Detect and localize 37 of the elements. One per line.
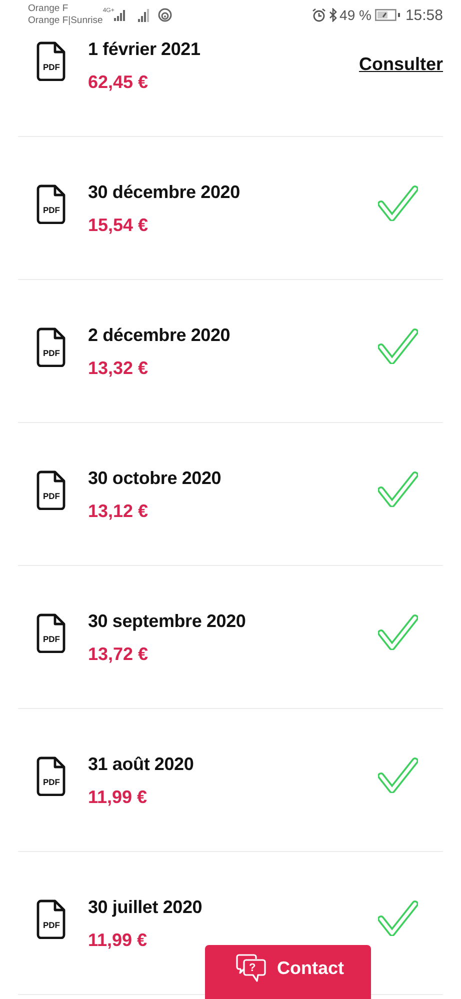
invoice-date: 30 juillet 2020 — [88, 896, 204, 918]
invoice-amount: 13,12 € — [88, 500, 150, 522]
invoice-amount: 13,72 € — [88, 643, 150, 665]
invoice-date: 31 août 2020 — [88, 753, 195, 775]
pdf-file-icon: PDF — [36, 41, 67, 81]
invoice-amount: 62,45 € — [88, 71, 150, 93]
check-icon — [378, 614, 418, 650]
alarm-icon — [312, 8, 326, 22]
invoice-date: 30 octobre 2020 — [88, 467, 222, 489]
invoice-amount: 11,99 € — [88, 929, 148, 951]
pdf-file-icon: PDF — [36, 899, 67, 939]
invoice-date: 30 septembre 2020 — [88, 610, 247, 632]
battery-percentage: 49 % — [340, 7, 372, 23]
pdf-file-icon: PDF — [36, 756, 67, 796]
invoice-amount: 11,99 € — [88, 786, 148, 808]
pdf-file-icon: PDF — [36, 184, 67, 224]
contact-button[interactable]: ? Contact — [205, 945, 371, 999]
hotspot-icon — [158, 8, 172, 22]
battery-icon — [375, 9, 402, 21]
carrier-name: Orange F|Sunrise — [28, 15, 103, 27]
check-icon — [378, 328, 418, 364]
pdf-file-icon: PDF — [36, 470, 67, 510]
consult-link[interactable]: Consulter — [358, 54, 443, 75]
check-icon — [378, 900, 418, 936]
pdf-file-icon: PDF — [36, 327, 67, 367]
carrier-name: Orange F — [28, 3, 70, 15]
check-icon — [378, 757, 418, 793]
pdf-file-icon: PDF — [36, 613, 67, 653]
clock-time: 15:58 — [405, 6, 443, 24]
invoice-date: 2 décembre 2020 — [88, 324, 232, 346]
invoice-amount: 13,32 € — [88, 357, 150, 379]
invoice-amount: 15,54 € — [88, 214, 150, 236]
check-icon — [378, 471, 418, 507]
check-icon — [378, 185, 418, 221]
bluetooth-icon — [328, 8, 338, 22]
invoice-date: 1 février 2021 — [88, 38, 202, 60]
invoice-date: 30 décembre 2020 — [88, 181, 241, 203]
